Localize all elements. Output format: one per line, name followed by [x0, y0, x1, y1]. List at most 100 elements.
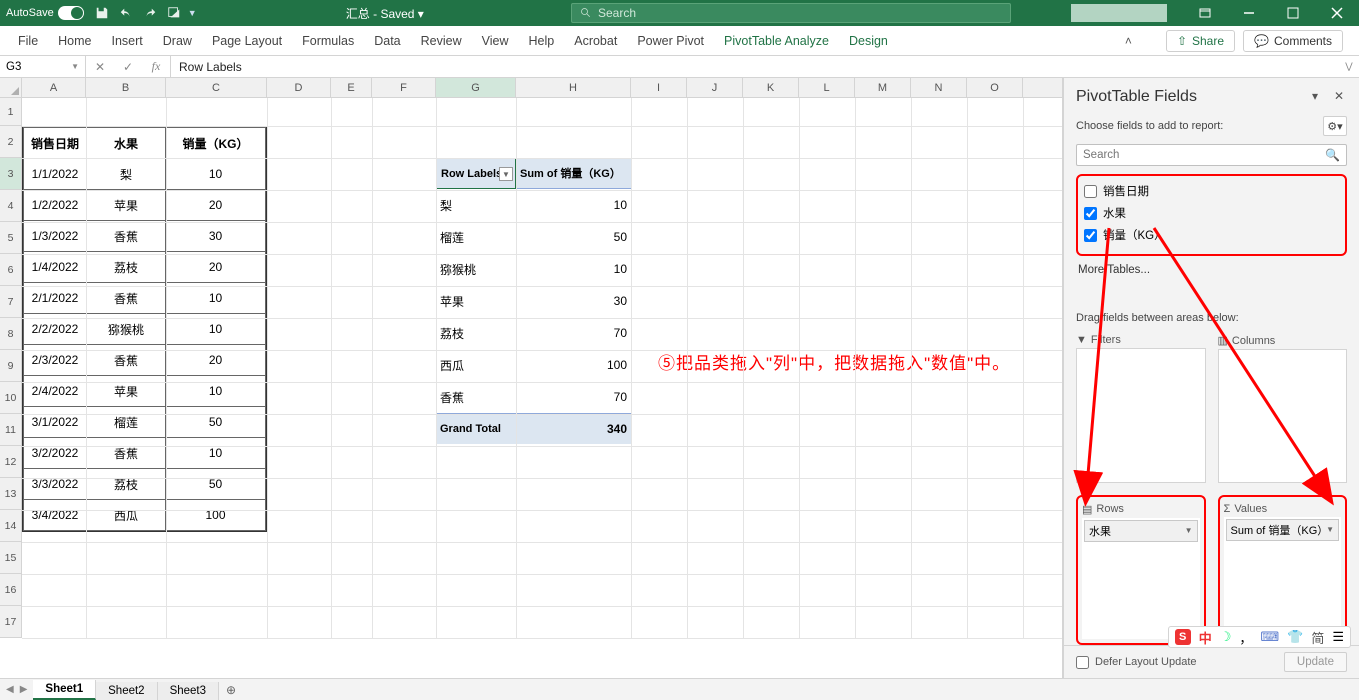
tab-draw[interactable]: Draw — [153, 28, 202, 54]
ime-moon-icon[interactable]: ☽ — [1220, 629, 1232, 645]
ribbon-display-options-icon[interactable] — [1183, 0, 1227, 26]
rows-item[interactable]: 水果▼ — [1084, 520, 1198, 542]
ime-toolbar[interactable]: S 中 ☽ ， ⌨ 👕 简 ☰ — [1168, 626, 1351, 648]
formula-input[interactable]: Row Labels — [171, 56, 1339, 77]
col-header-G[interactable]: G — [436, 78, 516, 97]
minimize-icon[interactable] — [1227, 0, 1271, 26]
defer-layout-checkbox[interactable]: Defer Layout Update — [1076, 656, 1197, 669]
field-checkbox[interactable] — [1084, 185, 1097, 198]
row-header-13[interactable]: 13 — [0, 478, 22, 510]
ime-mode-zhong[interactable]: 中 — [1199, 628, 1212, 647]
select-all-button[interactable] — [0, 78, 22, 97]
sheet-tab-2[interactable]: Sheet2 — [96, 682, 157, 700]
search-box[interactable] — [571, 3, 1011, 23]
field-item[interactable]: 销售日期 — [1082, 180, 1341, 202]
ime-punct-icon[interactable]: ， — [1239, 628, 1252, 647]
col-header-D[interactable]: D — [267, 78, 331, 97]
col-header-A[interactable]: A — [22, 78, 86, 97]
toggle-switch[interactable] — [58, 6, 84, 20]
sheet-nav-prev-icon[interactable]: ◀ — [6, 684, 14, 695]
comments-button[interactable]: 💬Comments — [1243, 30, 1343, 52]
tab-data[interactable]: Data — [364, 28, 410, 54]
row-header-5[interactable]: 5 — [0, 222, 22, 254]
area-filters[interactable]: ▼Filters — [1076, 332, 1206, 483]
field-checkbox[interactable] — [1084, 229, 1097, 242]
row-header-10[interactable]: 10 — [0, 382, 22, 414]
row-header-6[interactable]: 6 — [0, 254, 22, 286]
worksheet-grid[interactable]: A B C D E F G H I J K L M N O 1234567891… — [0, 78, 1063, 678]
enter-formula-icon[interactable]: ✓ — [114, 60, 142, 74]
update-button[interactable]: Update — [1284, 652, 1347, 672]
values-item[interactable]: Sum of 销量（KG）▼ — [1226, 519, 1340, 541]
undo-icon[interactable] — [114, 3, 138, 23]
tab-pivottable-analyze[interactable]: PivotTable Analyze — [714, 28, 839, 54]
tab-file[interactable]: File — [8, 28, 48, 54]
col-header-K[interactable]: K — [743, 78, 799, 97]
chevron-down-icon[interactable]: ▼ — [1185, 526, 1193, 535]
rows-dropzone[interactable]: 水果▼ — [1082, 518, 1200, 640]
ime-logo-icon[interactable]: S — [1175, 629, 1191, 645]
col-header-C[interactable]: C — [166, 78, 267, 97]
fx-icon[interactable]: fx — [142, 59, 170, 74]
save-icon[interactable] — [90, 3, 114, 23]
share-button[interactable]: ⇧Share — [1166, 30, 1235, 52]
row-header-11[interactable]: 11 — [0, 414, 22, 446]
col-header-L[interactable]: L — [799, 78, 855, 97]
tab-help[interactable]: Help — [519, 28, 565, 54]
add-sheet-button[interactable]: ⊕ — [219, 679, 243, 700]
tab-home[interactable]: Home — [48, 28, 101, 54]
row-header-1[interactable]: 1 — [0, 98, 22, 126]
filters-dropzone[interactable] — [1076, 348, 1206, 483]
area-columns[interactable]: ▥Columns — [1218, 332, 1348, 483]
row-header-17[interactable]: 17 — [0, 606, 22, 638]
row-header-14[interactable]: 14 — [0, 510, 22, 542]
tab-formulas[interactable]: Formulas — [292, 28, 364, 54]
expand-formula-bar-icon[interactable]: ⋁ — [1339, 56, 1359, 77]
ime-softkbd-icon[interactable]: 👕 — [1287, 629, 1303, 645]
pivot-row-labels-header[interactable]: Row Labels ▼ — [436, 158, 516, 189]
autosave-toggle[interactable]: AutoSave — [0, 0, 90, 26]
field-checkbox[interactable] — [1084, 207, 1097, 220]
values-dropzone[interactable]: Sum of 销量（KG）▼ — [1224, 517, 1342, 640]
row-header-3[interactable]: 3 — [0, 158, 22, 190]
tab-acrobat[interactable]: Acrobat — [564, 28, 627, 54]
row-header-15[interactable]: 15 — [0, 542, 22, 574]
collapse-ribbon-icon[interactable]: ˄ — [1119, 34, 1138, 48]
row-header-16[interactable]: 16 — [0, 574, 22, 606]
row-header-2[interactable]: 2 — [0, 126, 22, 158]
row-header-9[interactable]: 9 — [0, 350, 22, 382]
tab-review[interactable]: Review — [411, 28, 472, 54]
row-header-4[interactable]: 4 — [0, 190, 22, 222]
qat-more-icon[interactable] — [162, 3, 186, 23]
user-account[interactable] — [1071, 4, 1167, 22]
maximize-icon[interactable] — [1271, 0, 1315, 26]
ime-keyboard-icon[interactable]: ⌨ — [1260, 629, 1279, 645]
row-header-12[interactable]: 12 — [0, 446, 22, 478]
sheet-nav-next-icon[interactable]: ▶ — [20, 684, 28, 695]
pivot-filter-dropdown-icon[interactable]: ▼ — [499, 167, 513, 181]
col-header-N[interactable]: N — [911, 78, 967, 97]
chevron-down-icon[interactable]: ▼ — [1326, 525, 1334, 534]
area-rows[interactable]: ▤Rows 水果▼ — [1076, 495, 1206, 646]
fields-search-input[interactable] — [1083, 149, 1325, 161]
area-values[interactable]: ΣValues Sum of 销量（KG）▼ — [1218, 495, 1348, 646]
fields-search[interactable]: 🔍 — [1076, 144, 1347, 166]
col-header-H[interactable]: H — [516, 78, 631, 97]
tab-design[interactable]: Design — [839, 28, 898, 54]
qat-dropdown-icon[interactable]: ▼ — [188, 8, 197, 18]
sheet-tab-3[interactable]: Sheet3 — [158, 682, 219, 700]
tab-insert[interactable]: Insert — [102, 28, 153, 54]
col-header-F[interactable]: F — [372, 78, 436, 97]
sheet-tab-1[interactable]: Sheet1 — [33, 680, 96, 700]
tab-power-pivot[interactable]: Power Pivot — [627, 28, 714, 54]
search-input[interactable] — [598, 6, 1002, 20]
columns-dropzone[interactable] — [1218, 349, 1348, 483]
pane-close-icon[interactable]: ✕ — [1331, 89, 1347, 105]
col-header-B[interactable]: B — [86, 78, 166, 97]
tab-page-layout[interactable]: Page Layout — [202, 28, 292, 54]
ime-mode-jian[interactable]: 简 — [1311, 628, 1324, 647]
pane-dropdown-icon[interactable]: ▾ — [1307, 89, 1323, 105]
cancel-formula-icon[interactable]: ✕ — [86, 60, 114, 74]
name-box[interactable]: G3 ▼ — [0, 56, 86, 77]
field-item[interactable]: 销量（KG） — [1082, 224, 1341, 246]
